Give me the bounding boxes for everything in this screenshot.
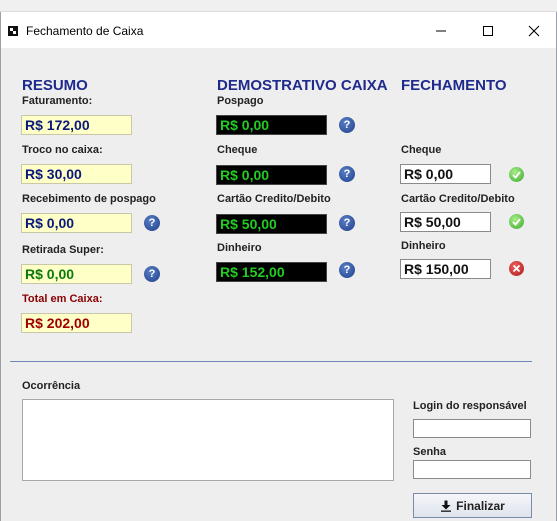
- total-field[interactable]: R$ 202,00: [21, 313, 132, 333]
- minimize-icon: [436, 30, 446, 32]
- faturamento-label: Faturamento:: [22, 95, 93, 107]
- demo-dinheiro-field[interactable]: R$ 152,00: [216, 262, 327, 282]
- help-icon[interactable]: ?: [339, 262, 355, 278]
- senha-input[interactable]: [413, 460, 531, 479]
- fech-dinheiro-field[interactable]: R$ 150,00: [400, 259, 491, 279]
- demo-cheque-field[interactable]: R$ 0,00: [216, 165, 327, 185]
- fech-dinheiro-label: Dinheiro: [401, 240, 446, 252]
- title-bar: Fechamento de Caixa: [1, 12, 556, 48]
- top-strip: [0, 0, 557, 12]
- help-icon[interactable]: ?: [339, 117, 355, 133]
- download-arrow-icon: [441, 500, 452, 512]
- window-title: Fechamento de Caixa: [26, 24, 144, 38]
- finalizar-label: Finalizar: [456, 498, 505, 513]
- pospago-field[interactable]: R$ 0,00: [216, 115, 327, 135]
- fechamento-heading: FECHAMENTO: [401, 77, 507, 94]
- minimize-button[interactable]: [421, 18, 461, 44]
- window: Fechamento de Caixa RESUMO DEMOSTRATIVO …: [0, 12, 557, 521]
- resumo-heading: RESUMO: [22, 77, 88, 94]
- help-icon[interactable]: ?: [339, 166, 355, 182]
- demo-cartao-label: Cartão Credito/Debito: [217, 193, 331, 205]
- close-icon: [528, 25, 540, 37]
- check-ok-icon: [509, 167, 524, 182]
- login-input[interactable]: [413, 419, 531, 438]
- app-icon: [8, 26, 18, 36]
- troco-label: Troco no caixa:: [22, 144, 103, 156]
- faturamento-field[interactable]: R$ 172,00: [21, 115, 132, 135]
- close-button[interactable]: [514, 18, 554, 44]
- ocorrencia-label: Ocorrência: [22, 380, 81, 392]
- demo-cartao-field[interactable]: R$ 50,00: [216, 214, 327, 234]
- fech-cartao-label: Cartão Credito/Debito: [401, 193, 515, 205]
- troco-field[interactable]: R$ 30,00: [21, 164, 132, 184]
- retirada-label: Retirada Super:: [22, 244, 104, 256]
- recebimento-field[interactable]: R$ 0,00: [21, 213, 132, 233]
- total-label: Total em Caixa:: [22, 293, 103, 305]
- login-label: Login do responsável: [413, 400, 527, 412]
- demo-cheque-label: Cheque: [217, 144, 258, 156]
- error-icon: [509, 261, 524, 276]
- fech-cheque-field[interactable]: R$ 0,00: [400, 164, 491, 184]
- demonstrativo-heading: DEMOSTRATIVO CAIXA: [217, 77, 388, 94]
- help-icon[interactable]: ?: [339, 215, 355, 231]
- senha-label: Senha: [413, 446, 447, 458]
- demo-dinheiro-label: Dinheiro: [217, 242, 262, 254]
- content-panel: RESUMO DEMOSTRATIVO CAIXA FECHAMENTO Fat…: [1, 48, 556, 521]
- help-icon[interactable]: ?: [144, 215, 160, 231]
- finalizar-button[interactable]: Finalizar: [413, 493, 532, 518]
- help-icon[interactable]: ?: [144, 266, 160, 282]
- section-separator: [10, 361, 532, 362]
- recebimento-label: Recebimento de pospago: [22, 193, 156, 205]
- pospago-label: Pospago: [217, 95, 264, 107]
- maximize-button[interactable]: [468, 18, 508, 44]
- fech-cartao-field[interactable]: R$ 50,00: [400, 212, 491, 232]
- check-ok-icon: [509, 214, 524, 229]
- fech-cheque-label: Cheque: [401, 144, 442, 156]
- retirada-field[interactable]: R$ 0,00: [21, 264, 132, 284]
- maximize-icon: [483, 26, 493, 36]
- ocorrencia-textarea[interactable]: [22, 399, 394, 481]
